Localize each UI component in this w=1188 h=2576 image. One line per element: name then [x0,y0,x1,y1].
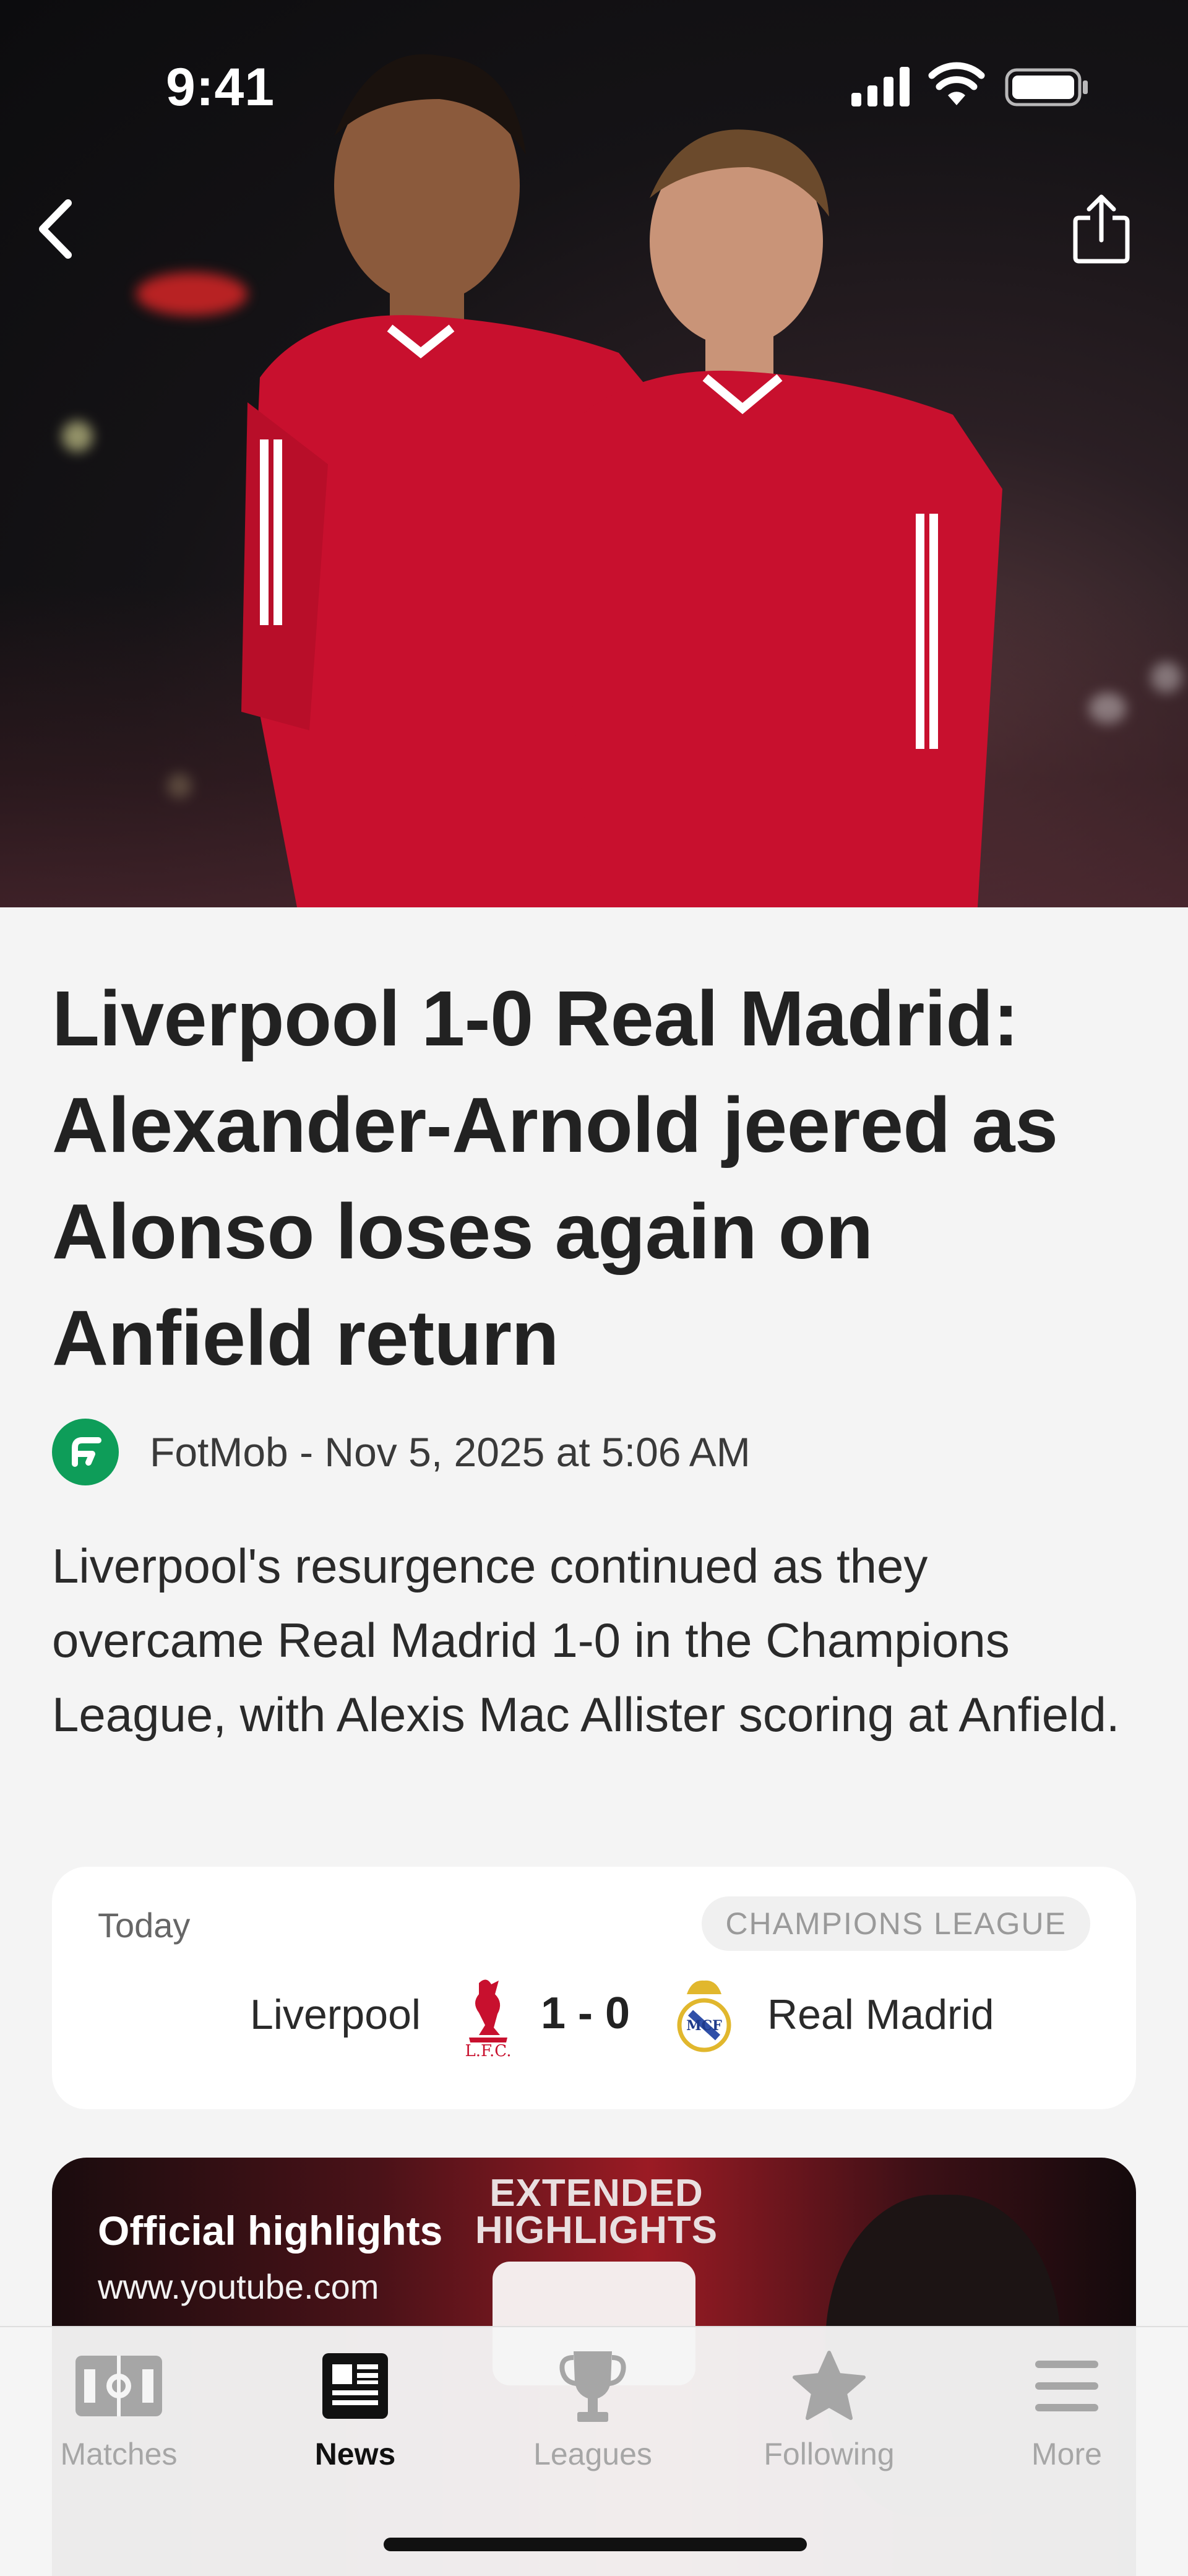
tab-matches[interactable]: Matches [38,2346,199,2482]
fotmob-logo-icon [52,1419,119,1485]
liverpool-crest-icon: L.F.C. [465,1979,512,2060]
match-score: 1 - 0 [541,1989,631,2038]
status-time: 9:41 [166,58,275,117]
away-team-name: Real Madrid [767,1991,994,2038]
match-card[interactable]: Today CHAMPIONS LEAGUE Liverpool L.F.C. … [52,1867,1136,2109]
home-indicator [384,2538,807,2551]
tab-label: Following [764,2437,895,2471]
pitch-icon [75,2356,162,2416]
tab-leagues[interactable]: Leagues [512,2346,673,2482]
tab-more[interactable]: More [986,2346,1147,2482]
back-button[interactable] [19,186,93,272]
player-right-figure [569,129,1002,907]
league-badge: CHAMPIONS LEAGUE [702,1896,1090,1951]
tab-news[interactable]: News [275,2346,436,2482]
article-summary: Liverpool's resurgence continued as they… [52,1539,1120,1742]
tab-label: Leagues [533,2437,652,2471]
home-team-name: Liverpool [250,1991,421,2038]
trophy-icon [559,2351,626,2422]
chevron-left-icon [39,199,72,259]
tab-label: Matches [60,2437,178,2471]
tab-following[interactable]: Following [749,2346,910,2482]
menu-icon [1035,2361,1098,2411]
article-byline: FotMob - Nov 5, 2025 at 5:06 AM [52,1417,751,1487]
cellular-signal-icon [851,67,910,106]
newspaper-icon [322,2353,388,2419]
svg-text:MCF: MCF [686,2018,722,2034]
video-overlay-text: EXTENDED HIGHLIGHTS [475,2172,718,2252]
real-madrid-crest-icon: MCF [677,1980,731,2052]
tab-label: More [1031,2437,1102,2471]
article-title: Liverpool 1-0 Real Madrid: Alexander-Arn… [52,975,1058,1381]
match-date: Today [98,1906,191,1945]
wifi-icon [928,62,985,105]
star-icon [793,2351,866,2420]
svg-text:L.F.C.: L.F.C. [465,2042,511,2060]
video-source: www.youtube.com [98,2267,379,2306]
byline-text: FotMob - Nov 5, 2025 at 5:06 AM [150,1429,751,1475]
tab-label: News [314,2437,396,2471]
battery-icon [1005,68,1088,106]
share-button[interactable] [1064,186,1138,272]
share-icon [1073,194,1130,264]
video-title: Official highlights [98,2208,443,2254]
status-bar: 9:41 [0,0,1188,117]
hero-image [0,0,1188,907]
